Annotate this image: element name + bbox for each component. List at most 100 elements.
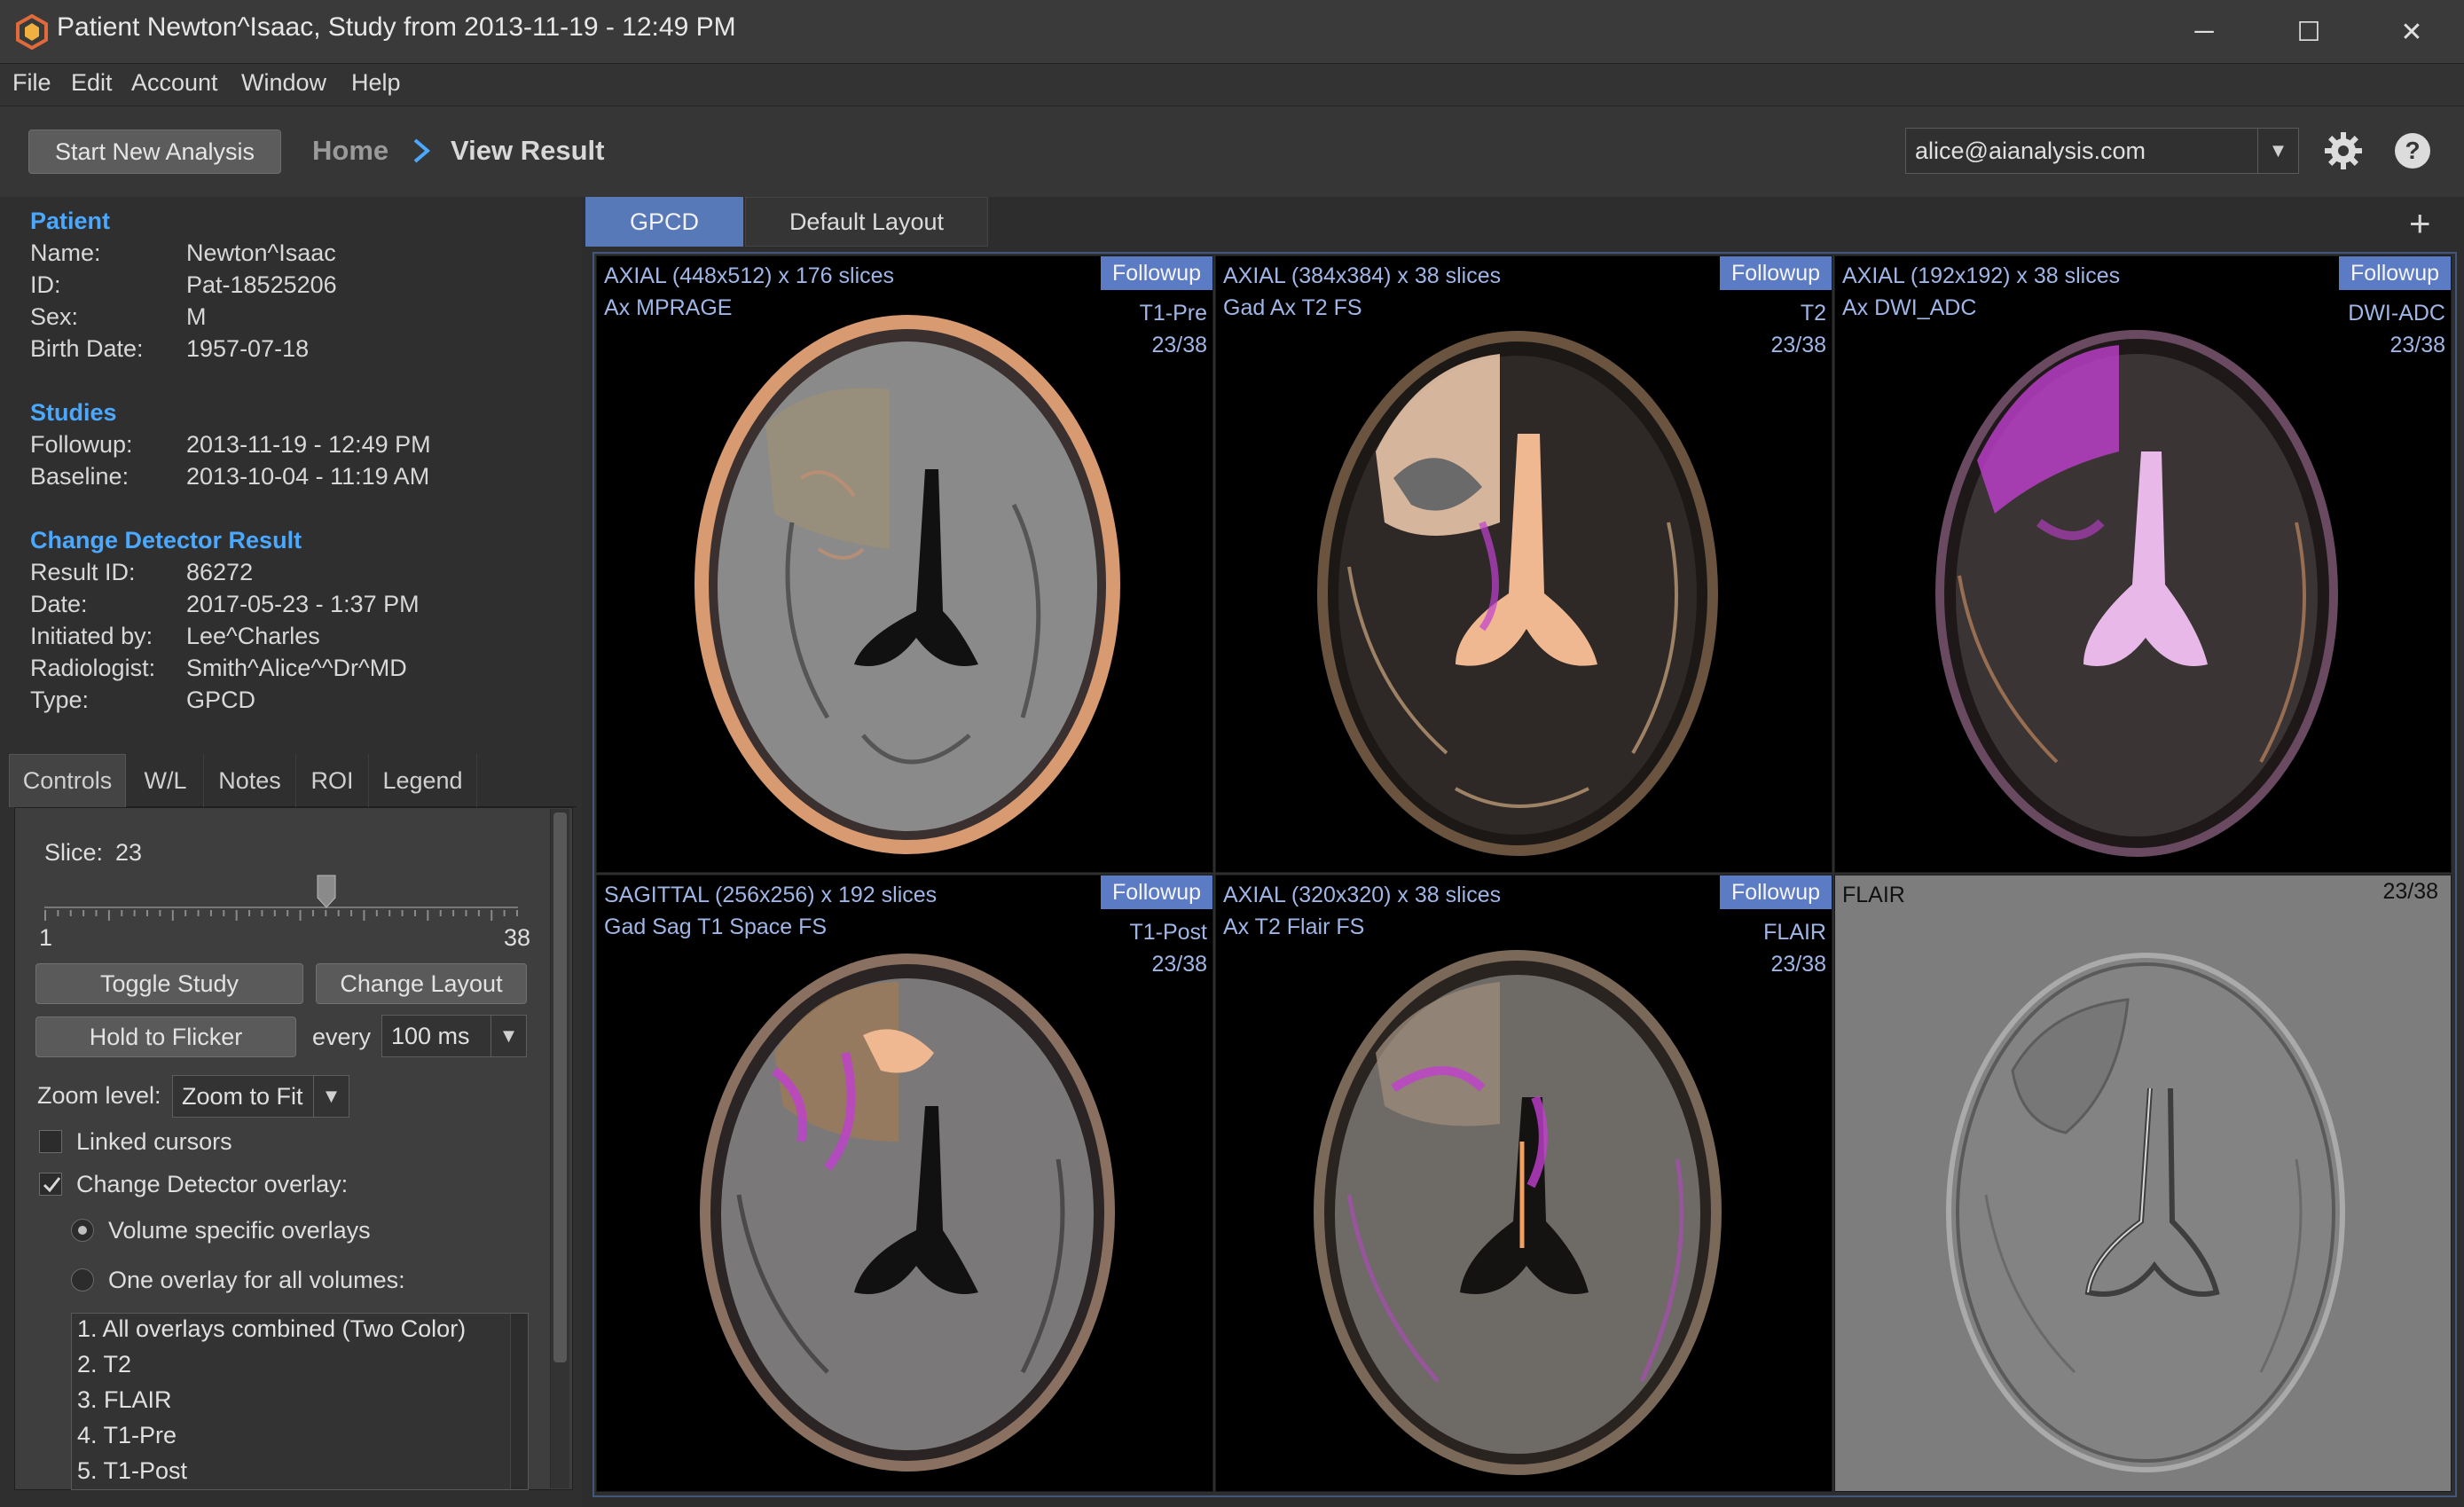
viewport-dwi-adc[interactable]: AXIAL (192x192) x 38 slices Ax DWI_ADC Fo… bbox=[1834, 255, 2452, 873]
flicker-interval-select[interactable]: 100 ms ▼ bbox=[381, 1015, 527, 1057]
viewport-grid: AXIAL (448x512) x 176 slices Ax MPRAGE Fo… bbox=[592, 252, 2457, 1497]
initiated-by-value: Lee^Charles bbox=[186, 623, 320, 649]
list-scrollbar[interactable] bbox=[510, 1314, 528, 1489]
zoom-level-value: Zoom to Fit bbox=[182, 1083, 303, 1110]
toggle-study-button[interactable]: Toggle Study bbox=[35, 963, 303, 1004]
radiologist-value: Smith^Alice^^Dr^MD bbox=[186, 655, 407, 681]
menu-edit[interactable]: Edit bbox=[71, 69, 113, 97]
breadcrumb-home[interactable]: Home bbox=[312, 135, 388, 167]
tab-notes[interactable]: Notes bbox=[204, 754, 296, 807]
result-date-label: Date: bbox=[30, 591, 88, 617]
menu-window[interactable]: Window bbox=[241, 69, 326, 97]
linked-cursors-label: Linked cursors bbox=[76, 1128, 232, 1155]
list-item[interactable]: 4. T1-Pre bbox=[77, 1422, 177, 1449]
viewport-seq-info: DWI-ADC 23/38 bbox=[2348, 297, 2445, 361]
user-select[interactable]: alice@aianalysis.com ▼ bbox=[1905, 128, 2299, 174]
add-tab-button[interactable]: + bbox=[2409, 202, 2431, 245]
viewport-series: AXIAL (320x320) x 38 slices bbox=[1223, 883, 1502, 907]
list-item[interactable]: 1. All overlays combined (Two Color) bbox=[77, 1315, 466, 1343]
chevron-down-icon[interactable]: ▼ bbox=[2257, 129, 2298, 173]
baseline-value: 2013-10-04 - 11:19 AM bbox=[186, 463, 430, 490]
result-date-value: 2017-05-23 - 1:37 PM bbox=[186, 591, 420, 617]
list-item[interactable]: 5. T1-Post bbox=[77, 1457, 187, 1485]
patient-sex-value: M bbox=[186, 303, 207, 330]
scrollbar-thumb[interactable] bbox=[553, 812, 567, 1362]
result-heading: Change Detector Result bbox=[30, 527, 302, 553]
initiated-by-label: Initiated by: bbox=[30, 623, 153, 649]
toolbar: Start New Analysis Home View Result alic… bbox=[0, 106, 2464, 197]
tab-default-layout[interactable]: Default Layout bbox=[745, 197, 988, 247]
viewport-slice: 23/38 bbox=[1770, 952, 1826, 977]
brain-image-t1-pre bbox=[694, 315, 1120, 854]
viewport-info: AXIAL (384x384) x 38 slices Gad Ax T2 FS bbox=[1223, 260, 1501, 324]
overlay-checkbox[interactable] bbox=[39, 1173, 62, 1196]
overlay-list[interactable]: 1. All overlays combined (Two Color) 2. … bbox=[71, 1313, 529, 1490]
minimize-button[interactable]: ─ bbox=[2152, 0, 2256, 64]
result-id-label: Result ID: bbox=[30, 559, 136, 585]
tab-gpcd[interactable]: GPCD bbox=[585, 197, 743, 247]
volume-specific-radio[interactable] bbox=[71, 1219, 94, 1242]
tab-roi[interactable]: ROI bbox=[296, 754, 369, 807]
slice-min-label: 1 bbox=[39, 924, 53, 951]
title-bar: Patient Newton^Isaac, Study from 2013-11… bbox=[0, 0, 2464, 64]
viewport-slice: 23/38 bbox=[1151, 952, 1207, 977]
chevron-right-icon bbox=[413, 138, 431, 163]
chevron-down-icon[interactable]: ▼ bbox=[490, 1016, 526, 1056]
viewport-flair[interactable]: AXIAL (320x320) x 38 slices Ax T2 Flair F… bbox=[1215, 875, 1832, 1492]
slice-slider-ticks bbox=[44, 910, 518, 921]
viewer-area: GPCD Default Layout + AXIAL (448x512) x … bbox=[582, 197, 2464, 1507]
start-new-analysis-button[interactable]: Start New Analysis bbox=[28, 130, 281, 174]
viewport-info: FLAIR bbox=[1842, 879, 1905, 911]
help-icon[interactable]: ? bbox=[2391, 130, 2434, 172]
viewport-t1-pre[interactable]: AXIAL (448x512) x 176 slices Ax MPRAGE Fo… bbox=[596, 255, 1213, 873]
viewport-description: Ax MPRAGE bbox=[604, 295, 733, 320]
tab-wl[interactable]: W/L bbox=[128, 754, 204, 807]
zoom-level-select[interactable]: Zoom to Fit ▼ bbox=[172, 1075, 349, 1118]
tab-legend[interactable]: Legend bbox=[369, 754, 477, 807]
chevron-down-icon[interactable]: ▼ bbox=[313, 1076, 349, 1117]
viewport-series: AXIAL (448x512) x 176 slices bbox=[604, 263, 895, 288]
slice-slider-thumb[interactable] bbox=[317, 875, 336, 908]
viewport-flair-diff[interactable]: FLAIR 23/38 bbox=[1834, 875, 2452, 1492]
gear-icon[interactable] bbox=[2322, 130, 2365, 172]
menu-file[interactable]: File bbox=[12, 69, 51, 97]
patient-id-label: ID: bbox=[30, 271, 61, 298]
linked-cursors-checkbox[interactable] bbox=[39, 1130, 62, 1153]
brain-image-t2 bbox=[1317, 331, 1718, 856]
result-id-value: 86272 bbox=[186, 559, 254, 585]
one-overlay-label: One overlay for all volumes: bbox=[108, 1267, 405, 1293]
zoom-level-label: Zoom level: bbox=[37, 1082, 161, 1109]
viewport-info: AXIAL (448x512) x 176 slices Ax MPRAGE bbox=[604, 260, 894, 324]
radiologist-label: Radiologist: bbox=[30, 655, 156, 681]
one-overlay-radio[interactable] bbox=[71, 1268, 94, 1291]
tab-controls[interactable]: Controls bbox=[9, 754, 126, 807]
followup-badge: Followup bbox=[2339, 256, 2451, 290]
menu-help[interactable]: Help bbox=[351, 69, 401, 97]
list-item[interactable]: 2. T2 bbox=[77, 1351, 131, 1378]
slice-value: 23 bbox=[115, 839, 143, 866]
app-logo-icon bbox=[16, 14, 48, 50]
viewport-info: AXIAL (192x192) x 38 slices Ax DWI_ADC bbox=[1842, 260, 2120, 324]
viewport-t1-post[interactable]: SAGITTAL (256x256) x 192 slices Gad Sag T… bbox=[596, 875, 1213, 1492]
viewport-slice: 23/38 bbox=[2389, 333, 2445, 357]
maximize-button[interactable]: ☐ bbox=[2256, 0, 2361, 64]
viewport-description: Gad Sag T1 Space FS bbox=[604, 914, 828, 939]
breadcrumb-current: View Result bbox=[451, 135, 605, 166]
viewport-t2[interactable]: AXIAL (384x384) x 38 slices Gad Ax T2 FS … bbox=[1215, 255, 1832, 873]
followup-badge: Followup bbox=[1720, 256, 1832, 290]
viewport-sequence: T2 bbox=[1800, 301, 1826, 326]
followup-badge: Followup bbox=[1101, 256, 1212, 290]
hold-to-flicker-button[interactable]: Hold to Flicker bbox=[35, 1016, 296, 1057]
patient-birthdate-label: Birth Date: bbox=[30, 335, 144, 362]
followup-label: Followup: bbox=[30, 431, 133, 458]
followup-value: 2013-11-19 - 12:49 PM bbox=[186, 431, 431, 458]
controls-scrollbar[interactable] bbox=[550, 809, 569, 1488]
viewport-sequence: T1-Pre bbox=[1139, 301, 1207, 326]
close-button[interactable]: ✕ bbox=[2359, 0, 2464, 64]
viewport-seq-info: T1-Post 23/38 bbox=[1129, 916, 1207, 980]
menu-account[interactable]: Account bbox=[131, 69, 218, 97]
list-item[interactable]: 3. FLAIR bbox=[77, 1386, 172, 1414]
volume-specific-label: Volume specific overlays bbox=[108, 1217, 371, 1244]
viewport-sequence: FLAIR bbox=[1763, 920, 1826, 945]
change-layout-button[interactable]: Change Layout bbox=[316, 963, 527, 1004]
